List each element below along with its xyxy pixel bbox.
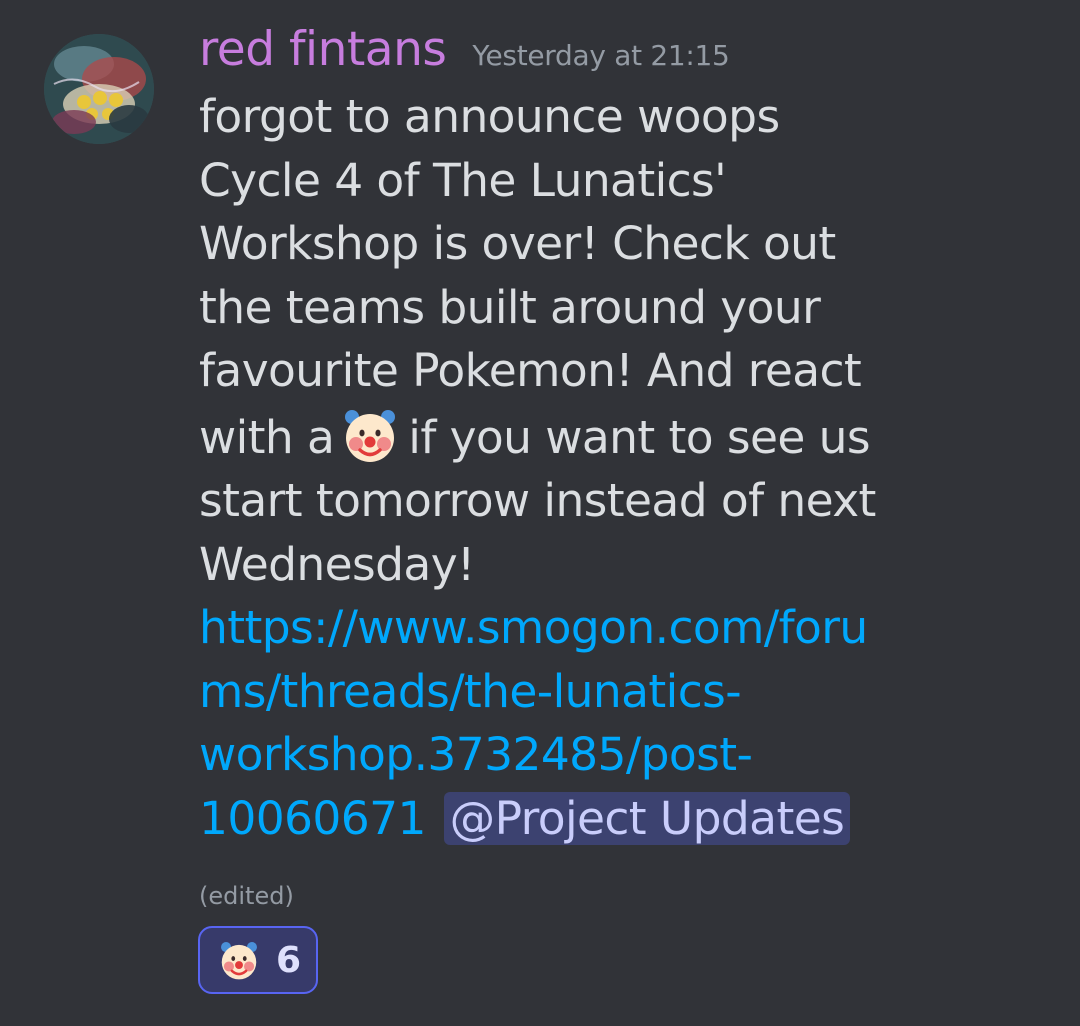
message-line: start tomorrow instead of next (199, 474, 876, 527)
message-link[interactable]: 10060671 (199, 792, 426, 845)
message-link[interactable]: workshop.3732485/post- (199, 723, 929, 787)
message-line: the teams built around your (199, 280, 821, 334)
message-content: forgot to announce woops Cycle 4 of The … (199, 85, 929, 850)
message-line: favourite Pokemon! And react (199, 344, 862, 397)
emoji-line-prefix: with a (199, 410, 335, 464)
message-header: red fintans Yesterday at 21:15 (199, 22, 730, 77)
clown-face-icon (216, 937, 262, 983)
username[interactable]: red fintans (199, 22, 447, 77)
message-line-with-mention: 10060671 @Project Updates (199, 787, 929, 851)
avatar-image (44, 34, 154, 144)
message-link[interactable]: ms/threads/the-lunatics- (199, 660, 929, 724)
message-line: forgot to announce woops (199, 90, 780, 143)
edited-label: (edited) (199, 882, 294, 910)
message-line-with-emoji: with a if you want to see us (199, 403, 929, 470)
reaction-button[interactable]: 6 (198, 926, 318, 994)
message-link[interactable]: https://www.smogon.com/foru (199, 596, 929, 660)
message-line: Workshop is over! Check out (199, 217, 836, 270)
message-line: Wednesday! (199, 537, 475, 591)
reaction-count: 6 (276, 939, 302, 981)
avatar[interactable] (44, 34, 154, 144)
timestamp[interactable]: Yesterday at 21:15 (472, 39, 729, 72)
message-line: Cycle 4 of The Lunatics' (199, 153, 727, 207)
role-mention[interactable]: @Project Updates (443, 791, 851, 845)
clown-face-icon[interactable] (338, 403, 402, 467)
emoji-line-suffix: if you want to see us (408, 410, 870, 464)
